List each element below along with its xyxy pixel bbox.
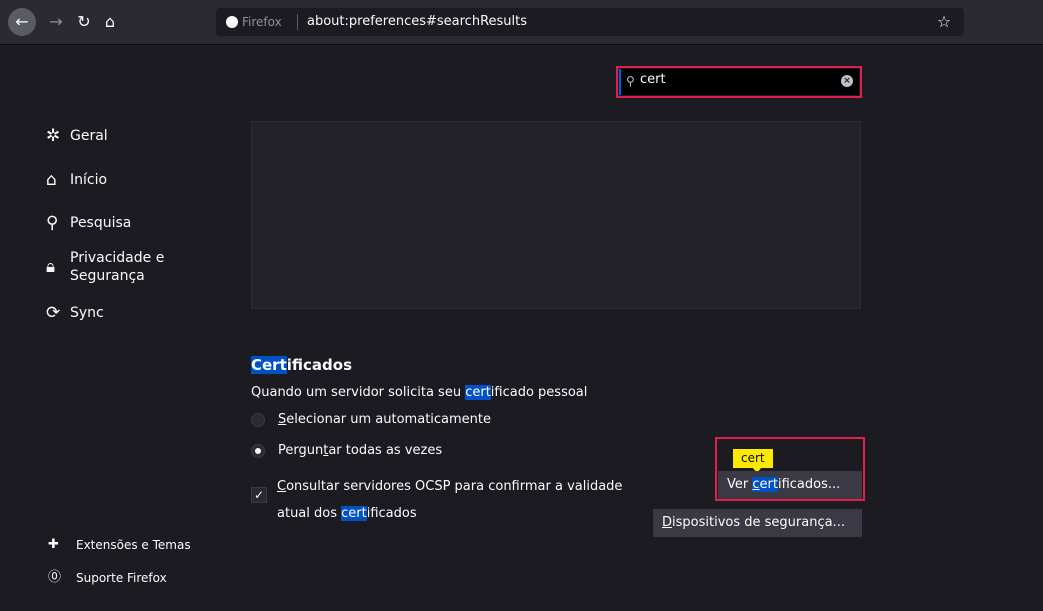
url-divider xyxy=(297,14,298,30)
label-before: Pergun xyxy=(278,443,324,458)
bookmark-button[interactable]: ☆ xyxy=(932,8,956,36)
access-key: c xyxy=(752,477,760,492)
sidebar-item-search[interactable]: ⚲ Pesquisa xyxy=(46,214,131,232)
search-icon: ⚲ xyxy=(626,74,635,88)
lock-icon: 🔒︎ xyxy=(46,257,56,277)
access-key: C xyxy=(277,479,287,494)
ocsp-checkbox[interactable]: ✓ xyxy=(251,487,267,503)
section-description: Quando um servidor solicita seu certific… xyxy=(251,385,587,400)
ocsp-checkbox-label[interactable]: Consultar servidores OCSP para confirmar… xyxy=(277,473,657,527)
search-icon: ⚲ xyxy=(46,213,59,233)
section-title-certificates: Certificados xyxy=(251,356,352,374)
gear-icon: ✲ xyxy=(46,126,61,146)
home-icon: ⌂ xyxy=(104,12,116,31)
empty-settings-panel xyxy=(251,121,861,309)
radio-ask-every-time[interactable]: Perguntar todas as vezes xyxy=(251,443,442,458)
btn-text-before: Ver xyxy=(727,477,753,492)
sidebar-item-general[interactable]: ✲ Geral xyxy=(46,127,108,145)
btn-text-rest: ispositivos de segurança... xyxy=(672,515,845,530)
home-button[interactable]: ⌂ xyxy=(98,8,122,36)
sidebar-item-label: Início xyxy=(70,172,108,188)
firefox-icon xyxy=(226,16,238,28)
sidebar-item-label: Suporte Firefox xyxy=(76,571,167,585)
sidebar-item-label: Sync xyxy=(70,305,104,321)
label-line-2-after: ificados xyxy=(366,506,417,521)
forward-button[interactable]: → xyxy=(44,8,68,36)
label-after: ar todas as vezes xyxy=(328,443,443,458)
highlight-rest: ert xyxy=(759,477,778,492)
radio-button[interactable] xyxy=(251,412,265,427)
home-icon: ⌂ xyxy=(46,170,57,190)
search-match-tooltip: cert xyxy=(733,449,773,473)
back-button[interactable]: ← xyxy=(8,8,36,36)
btn-text-after: ificados... xyxy=(777,477,841,492)
radio-button-checked[interactable] xyxy=(251,443,265,458)
label-line-2-before: atual dos xyxy=(277,506,342,521)
sidebar-item-label: Privacidade e Segurança xyxy=(70,249,164,285)
reload-icon: ↻ xyxy=(77,12,91,31)
radio-select-automatically[interactable]: Selecionar um automaticamente xyxy=(251,412,491,427)
sidebar-item-label: Extensões e Temas xyxy=(76,538,191,552)
forward-arrow-icon: → xyxy=(49,12,63,31)
sidebar-item-home[interactable]: ⌂ Início xyxy=(46,171,107,189)
label-line-1: Privacidade e xyxy=(70,250,165,266)
label-line-1: onsultar servidores OCSP para confirmar … xyxy=(286,479,623,494)
search-highlight: cert xyxy=(465,385,491,400)
radio-label: Perguntar todas as vezes xyxy=(278,443,442,458)
title-rest: ificados xyxy=(286,356,352,374)
clear-icon[interactable]: × xyxy=(841,75,853,87)
search-highlight: cert xyxy=(341,506,367,521)
sync-icon: ⟳ xyxy=(46,303,61,323)
access-key: D xyxy=(662,515,673,530)
search-value[interactable]: cert xyxy=(640,72,666,87)
identity-box[interactable]: Firefox xyxy=(226,8,282,36)
search-highlight: cert xyxy=(752,477,778,492)
desc-after: ificado pessoal xyxy=(490,385,588,400)
security-devices-button[interactable]: Dispositivos de segurança... xyxy=(653,509,862,537)
sidebar-item-label: Pesquisa xyxy=(70,215,132,231)
identity-label: Firefox xyxy=(242,15,282,29)
help-icon: ⓪ xyxy=(48,570,62,585)
sidebar-item-privacy[interactable]: 🔒︎ Privacidade e Segurança xyxy=(46,249,164,285)
desc-before: Quando um servidor solicita seu xyxy=(251,385,466,400)
label-rest: elecionar um automaticamente xyxy=(286,412,492,427)
sidebar-item-label: Geral xyxy=(70,128,108,144)
url-text[interactable]: about:preferences#searchResults xyxy=(307,8,527,36)
radio-label: Selecionar um automaticamente xyxy=(278,412,491,427)
label-line-2: Segurança xyxy=(70,268,145,284)
search-highlight: Cert xyxy=(251,356,287,374)
star-icon: ☆ xyxy=(936,12,952,31)
sidebar-item-support[interactable]: ⓪ Suporte Firefox xyxy=(48,569,167,587)
back-arrow-icon: ← xyxy=(15,12,29,31)
view-certificates-button[interactable]: Ver certificados... xyxy=(718,471,862,499)
reload-button[interactable]: ↻ xyxy=(72,8,96,36)
sidebar-item-extensions[interactable]: ✚ Extensões e Temas xyxy=(48,536,191,554)
puzzle-icon: ✚ xyxy=(48,537,59,552)
sidebar-item-sync[interactable]: ⟳ Sync xyxy=(46,304,104,322)
